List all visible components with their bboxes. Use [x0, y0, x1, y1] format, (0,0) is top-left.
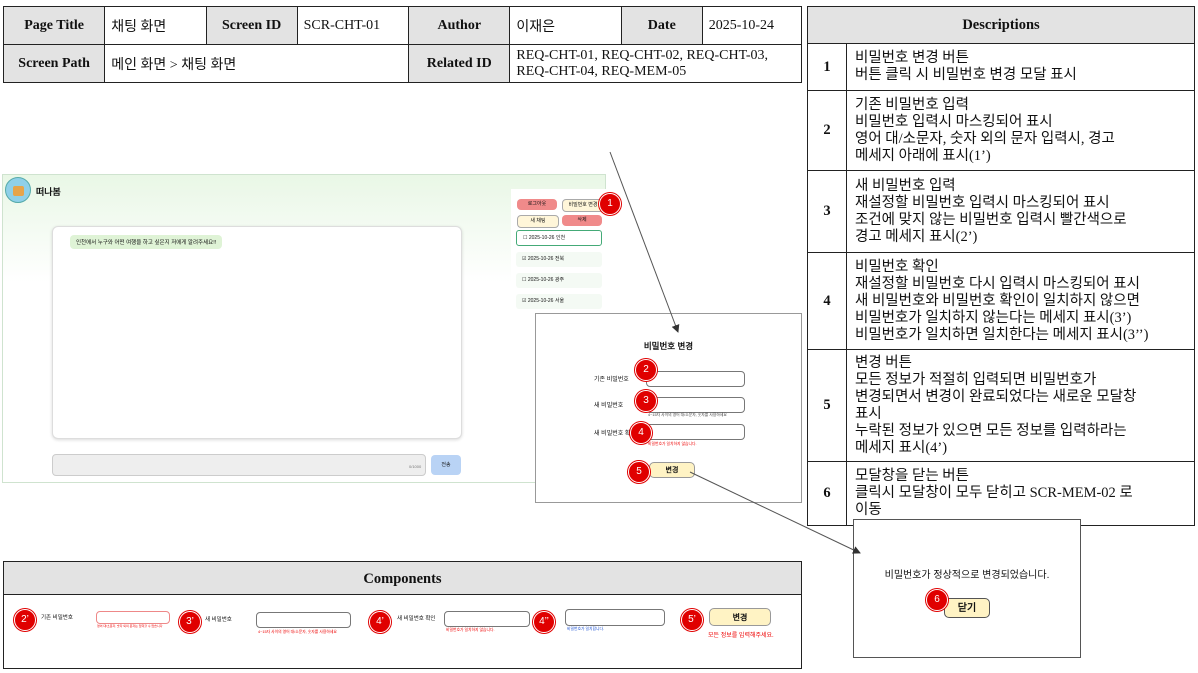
confirm-password-error: 비밀번호가 일치하지 않습니다. — [648, 442, 697, 446]
desc-num: 3 — [807, 170, 847, 253]
desc-text: 비밀번호 확인 재설정할 비밀번호 다시 입력시 마스킹되어 표시 새 비밀번호와 … — [846, 252, 1195, 350]
badge-4: 4 — [630, 422, 652, 444]
screen-path: 메인 화면 > 채팅 화면 — [104, 44, 410, 83]
desc-num: 2 — [807, 90, 847, 171]
related-id: REQ-CHT-01, REQ-CHT-02, REQ-CHT-03, REQ-… — [509, 44, 802, 83]
page-title: 채팅 화면 — [104, 6, 207, 45]
c3-error: 비밀번호가 일치하지 않습니다. — [446, 628, 495, 632]
brand-name: 떠나봄 — [36, 187, 61, 197]
success-message: 비밀번호가 정상적으로 변경되었습니다. — [884, 570, 1050, 581]
desc-num: 5 — [807, 349, 847, 462]
history-item[interactable]: ☑ 2025-10-26 전북 — [516, 252, 602, 267]
related-id-label: Related ID — [408, 44, 511, 83]
page-title-label: Page Title — [2, 6, 106, 45]
history-item[interactable]: ☑ 2025-10-26 서울 — [516, 294, 602, 309]
date: 2025-10-24 — [701, 6, 803, 45]
c3-label: 새 비밀번호 확인 — [397, 616, 436, 622]
badge-2-prime: 2’ — [14, 609, 36, 631]
send-button[interactable]: 전송 — [431, 455, 461, 475]
close-button[interactable]: 닫기 — [944, 598, 990, 618]
current-password-input[interactable] — [646, 371, 745, 387]
c5-button: 변경 — [709, 608, 771, 626]
desc-text: 비밀번호 변경 버튼 버튼 클릭 시 비밀번호 변경 모달 표시 — [846, 43, 1195, 91]
history-item[interactable]: ☐ 2025-10-26 인천 — [516, 230, 602, 246]
logo-icon — [5, 177, 31, 203]
descriptions-title: Descriptions — [807, 6, 1195, 44]
desc-text: 기존 비밀번호 입력 비밀번호 입력시 마스킹되어 표시 영어 대/소문자, 숫자 … — [846, 90, 1195, 171]
char-count: 0/1000 — [409, 464, 422, 469]
c1-warning: 영어 대/소문자, 숫자 외의 문자는 입력할 수 없습니다 — [97, 624, 163, 628]
badge-3: 3 — [635, 390, 657, 412]
desc-text: 모달창을 닫는 버튼 클릭시 모달창이 모두 닫히고 SCR-MEM-02 로 이동 — [846, 461, 1195, 526]
badge-1: 1 — [599, 193, 621, 215]
badge-2: 2 — [635, 359, 657, 381]
success-modal — [853, 519, 1081, 658]
badge-5-prime: 5’ — [681, 609, 703, 631]
c4-ok: 비밀번호가 일치합니다. — [567, 627, 605, 631]
current-password-label: 기존 비밀번호 — [594, 377, 629, 383]
confirm-password-input[interactable] — [646, 424, 745, 440]
components-title: Components — [3, 561, 802, 595]
new-password-hint: 4~15자 사이의 영어 대/소문자, 숫자를 사용하세요 — [648, 413, 727, 417]
new-password-input[interactable] — [646, 397, 745, 413]
desc-text: 새 비밀번호 입력 재설정할 비밀번호 입력시 마스킹되어 표시 조건에 맞지 않는… — [846, 170, 1195, 253]
badge-6: 6 — [926, 589, 948, 611]
c2-label: 새 비밀번호 — [205, 617, 232, 623]
header-table: Page Title 채팅 화면 Screen ID SCR-CHT-01 Au… — [2, 6, 803, 83]
badge-4-prime: 4’ — [369, 611, 391, 633]
c5-error: 모든 정보를 입력해주세요. — [708, 633, 774, 639]
badge-5: 5 — [628, 461, 650, 483]
descriptions-table: Descriptions 1 비밀번호 변경 버튼 버튼 클릭 시 비밀번호 변경… — [807, 6, 1195, 526]
desc-num: 1 — [807, 43, 847, 91]
screen-path-label: Screen Path — [2, 44, 106, 83]
history-item[interactable]: ☐ 2025-10-26 광주 — [516, 273, 602, 288]
c3-input — [444, 611, 530, 627]
c2-input — [256, 612, 351, 628]
c1-label: 기존 비밀번호 — [41, 615, 73, 621]
chat-panel — [52, 226, 462, 439]
desc-num: 4 — [807, 252, 847, 350]
new-chat-button[interactable]: 새 채팅 — [517, 215, 559, 228]
author-label: Author — [408, 6, 511, 45]
screen-id-label: Screen ID — [205, 6, 298, 45]
c1-input — [96, 611, 170, 624]
badge-3-prime: 3’ — [179, 611, 201, 633]
author: 이재은 — [509, 6, 622, 45]
c2-hint: 4~15자 사이의 영어 대/소문자, 숫자를 사용하세요 — [258, 630, 337, 634]
c4-input — [565, 609, 665, 626]
desc-text: 변경 버튼 모든 정보가 적절히 입력되면 비밀번호가 변경되면서 변경이 완료되었… — [846, 349, 1195, 462]
delete-button[interactable]: 삭제 — [562, 215, 602, 226]
chat-input[interactable] — [52, 454, 426, 476]
new-password-label: 새 비밀번호 — [594, 403, 624, 409]
badge-4-double-prime: 4’’ — [533, 611, 555, 633]
date-label: Date — [620, 6, 703, 45]
bot-message: 인천에서 누구와 어떤 여행을 하고 싶은지 저에게 알려주세요!! — [70, 235, 223, 249]
modal-title: 비밀번호 변경 — [643, 341, 694, 351]
logout-button[interactable]: 로그아웃 — [517, 199, 557, 210]
screen-id: SCR-CHT-01 — [296, 6, 410, 45]
change-button[interactable]: 변경 — [649, 462, 695, 478]
desc-num: 6 — [807, 461, 847, 526]
change-password-button[interactable]: 비밀번호 변경 — [562, 199, 604, 212]
